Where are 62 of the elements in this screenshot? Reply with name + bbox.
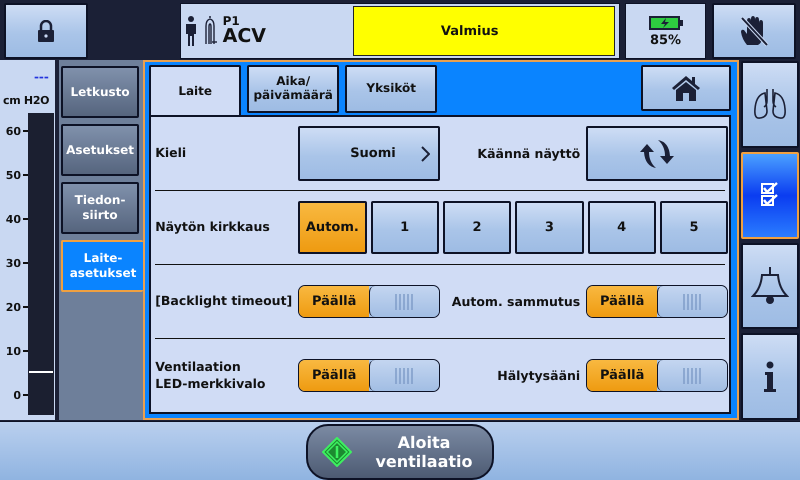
power-diamond-icon [322, 437, 352, 467]
scale-label: 20 [6, 300, 21, 314]
tab[interactable]: Aika/ päivämäärä [247, 65, 340, 113]
setting-label: Ventilaation LED-merkkivalo [155, 358, 267, 392]
pressure-reading: --- [34, 70, 49, 84]
toggle-switch[interactable]: Päällä [586, 359, 728, 392]
alarm-nav-button[interactable] [741, 242, 800, 330]
setting-label: [Backlight timeout] [155, 293, 294, 310]
checklist-icon [760, 182, 780, 208]
setting-label: Autom. sammutus [450, 294, 582, 309]
brightness-option[interactable]: 1 [370, 201, 439, 254]
lock-button[interactable] [4, 3, 88, 59]
setting-label: Käännä näyttö [476, 146, 582, 161]
scale-label: 30 [6, 256, 21, 270]
home-button[interactable] [641, 65, 732, 111]
lungs-icon [752, 87, 788, 122]
brightness-option[interactable]: 2 [442, 201, 512, 254]
scale-label: 10 [6, 344, 21, 358]
toggle-switch[interactable]: Päällä [298, 285, 440, 318]
checklist-nav-button[interactable] [741, 152, 800, 238]
alarm-silence-button[interactable] [712, 3, 796, 59]
lock-icon [36, 20, 55, 42]
scale-label: 60 [6, 124, 21, 138]
start-ventilation-button[interactable]: Aloita ventilaatio [306, 424, 494, 480]
grip-icon [394, 366, 416, 384]
pressure-unit: cm H2O [3, 94, 50, 107]
bell-icon [751, 266, 790, 306]
circuit-icon [202, 16, 217, 46]
person-icon [184, 16, 197, 46]
home-icon [671, 75, 702, 101]
language-button[interactable]: Suomi [298, 126, 440, 181]
grip-icon [682, 366, 704, 384]
toggle-switch[interactable]: Päällä [586, 285, 728, 318]
side-tab[interactable]: Tiedon- siirto [60, 182, 140, 234]
setting-label: Kieli [155, 145, 188, 162]
brightness-option[interactable]: 4 [588, 201, 656, 254]
brightness-option[interactable]: 3 [515, 201, 584, 254]
info-nav-button[interactable] [741, 333, 800, 420]
scale-label: 50 [6, 168, 21, 182]
toggle-switch[interactable]: Päällä [298, 359, 440, 392]
tab[interactable]: Laite [149, 65, 242, 117]
patient-id: P1 [222, 14, 240, 28]
chevron-right-icon [421, 146, 430, 162]
info-icon [762, 360, 778, 393]
tab[interactable]: Yksiköt [345, 65, 438, 113]
side-tab[interactable]: Letkusto [60, 66, 140, 118]
scale-label: 40 [6, 212, 21, 226]
lungs-nav-button[interactable] [741, 61, 800, 148]
brightness-option[interactable]: Autom. [298, 201, 367, 254]
scale-label: 0 [13, 388, 21, 402]
setting-label: Hälytysääni [496, 368, 582, 383]
battery-percent: 85% [650, 32, 682, 48]
side-tab[interactable]: Laite- asetukset [60, 240, 144, 292]
grip-icon [394, 292, 416, 310]
ventilation-mode: ACV [222, 27, 267, 48]
brightness-option[interactable]: 5 [660, 201, 728, 254]
rotate-screen-button[interactable] [586, 126, 728, 181]
setting-label: Näytön kirkkaus [155, 219, 271, 236]
crossed-hand-icon [739, 15, 770, 47]
grip-icon [682, 292, 704, 310]
status-text: Valmius [440, 24, 498, 38]
side-tab[interactable]: Asetukset [60, 124, 140, 176]
